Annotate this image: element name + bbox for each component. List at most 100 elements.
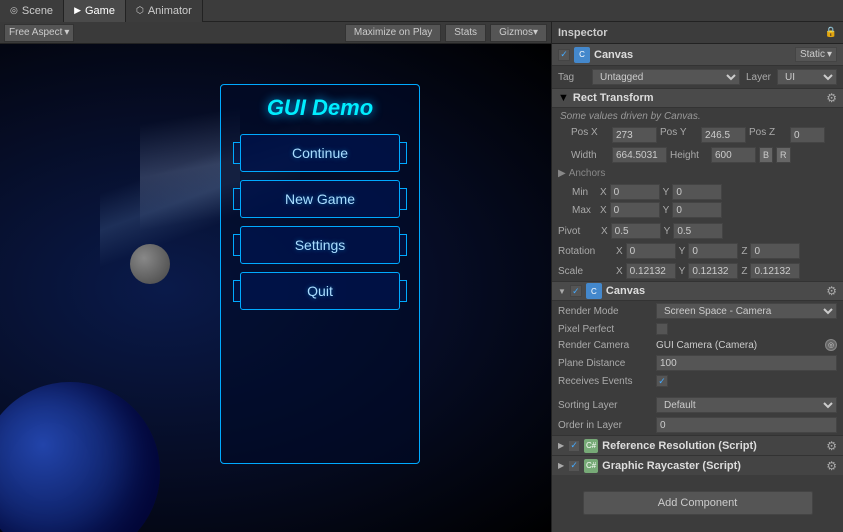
aspect-label: Free Aspect [9, 27, 62, 38]
pivot-label: Pivot [558, 226, 598, 237]
layer-select[interactable]: UI [777, 69, 837, 85]
inspector-body: C Canvas Static ▾ Tag Untagged Layer UI [552, 44, 843, 532]
settings-button[interactable]: Settings [240, 226, 400, 264]
menu-title: GUI Demo [267, 95, 373, 121]
gizmos-button[interactable]: Gizmos ▾ [490, 24, 547, 42]
lock-icon[interactable]: 🔒 [825, 27, 837, 38]
stats-button[interactable]: Stats [445, 24, 486, 42]
continue-button[interactable]: Continue [240, 134, 400, 172]
render-mode-row: Render Mode Screen Space - Camera [552, 301, 843, 321]
tab-game-label: Game [85, 5, 115, 17]
game-view: Free Aspect ▾ Maximize on Play Stats Giz… [0, 22, 551, 532]
rot-z-input[interactable] [750, 243, 800, 259]
rect-transform-settings-icon[interactable]: ⚙ [826, 91, 837, 105]
plane-distance-input[interactable] [656, 355, 837, 371]
receives-events-label: Receives Events [558, 376, 653, 387]
anchor-min-y[interactable] [672, 184, 722, 200]
order-in-layer-input[interactable] [656, 417, 837, 433]
pivot-x-input[interactable] [611, 223, 661, 239]
order-in-layer-row: Order in Layer [552, 415, 843, 435]
graphic-ray-name: Graphic Raycaster (Script) [602, 460, 822, 472]
render-camera-label: Render Camera [558, 340, 653, 351]
canvas-enabled-checkbox[interactable] [558, 49, 570, 61]
scale-x-input[interactable] [626, 263, 676, 279]
ref-res-settings-icon[interactable]: ⚙ [826, 439, 837, 453]
max-label: Max [572, 205, 597, 216]
quit-button[interactable]: Quit [240, 272, 400, 310]
canvas-comp-checkbox[interactable] [570, 285, 582, 297]
anchor-max-y[interactable] [672, 202, 722, 218]
ref-res-icon: C# [584, 439, 598, 453]
rot-x-input[interactable] [626, 243, 676, 259]
scene-icon: ◎ [10, 5, 18, 16]
graphic-ray-settings-icon[interactable]: ⚙ [826, 459, 837, 473]
reset-button[interactable]: R [776, 147, 791, 163]
height-label: Height [670, 150, 708, 161]
new-game-button[interactable]: New Game [240, 180, 400, 218]
static-badge[interactable]: Static ▾ [795, 47, 837, 62]
height-input[interactable] [711, 147, 756, 163]
render-camera-picker[interactable]: ◎ [825, 339, 837, 351]
scale-label: Scale [558, 266, 613, 277]
render-camera-row: Render Camera GUI Camera (Camera) ◎ [552, 337, 843, 353]
render-camera-value: GUI Camera (Camera) [656, 340, 822, 351]
tab-game[interactable]: ▶ Game [64, 0, 126, 22]
sorting-layer-select[interactable]: Default [656, 397, 837, 413]
plane-distance-label: Plane Distance [558, 358, 653, 369]
ref-resolution-header[interactable]: ▶ C# Reference Resolution (Script) ⚙ [552, 435, 843, 455]
render-mode-select[interactable]: Screen Space - Camera [656, 303, 837, 319]
tab-animator[interactable]: ⬡ Animator [126, 0, 203, 22]
graphic-ray-checkbox[interactable] [568, 460, 580, 472]
game-icon: ▶ [74, 5, 81, 16]
canvas-object-name: Canvas [594, 49, 791, 61]
game-canvas: GUI Demo Continue New Game Settings Quit [0, 44, 551, 532]
chevron-down-icon: ▾ [827, 49, 832, 60]
pos-y-input[interactable] [701, 127, 746, 143]
tag-select[interactable]: Untagged [592, 69, 740, 85]
rot-y-input[interactable] [688, 243, 738, 259]
scale-y-input[interactable] [688, 263, 738, 279]
order-in-layer-label: Order in Layer [558, 420, 653, 431]
pos-x-input[interactable] [612, 127, 657, 143]
chevron-down-icon: ▾ [64, 27, 69, 38]
canvas-object-header: C Canvas Static ▾ [552, 44, 843, 66]
pos-x-label: Pos X [571, 127, 609, 143]
receives-events-checkbox[interactable] [656, 375, 668, 387]
scale-z-input[interactable] [750, 263, 800, 279]
pos-y-label: Pos Y [660, 127, 698, 143]
triangle-icon: ▼ [558, 92, 569, 104]
pixel-perfect-checkbox[interactable] [656, 323, 668, 335]
canvas-comp-name: Canvas [606, 285, 822, 297]
tag-label: Tag [558, 72, 586, 83]
ref-res-name: Reference Resolution (Script) [602, 440, 822, 452]
rect-transform-header[interactable]: ▼ Rect Transform ⚙ [552, 88, 843, 108]
pixel-perfect-row: Pixel Perfect [552, 321, 843, 337]
add-component-button[interactable]: Add Component [583, 491, 813, 515]
rotation-label: Rotation [558, 246, 613, 257]
width-input[interactable] [612, 147, 667, 163]
sorting-layer-row: Sorting Layer Default [552, 395, 843, 415]
anchor-min-x[interactable] [610, 184, 660, 200]
pivot-y-input[interactable] [673, 223, 723, 239]
tab-scene[interactable]: ◎ Scene [0, 0, 64, 22]
pos-z-input[interactable] [790, 127, 825, 143]
anchors-triangle[interactable]: ▶ [558, 168, 566, 179]
anchor-max-x[interactable] [610, 202, 660, 218]
canvas-section-triangle[interactable]: ▼ [558, 287, 566, 296]
tab-scene-label: Scene [22, 5, 53, 17]
blueprint-button[interactable]: B [759, 147, 773, 163]
graphic-ray-triangle: ▶ [558, 461, 564, 470]
min-label: Min [572, 187, 597, 198]
graphic-raycaster-header[interactable]: ▶ C# Graphic Raycaster (Script) ⚙ [552, 455, 843, 475]
maximize-on-play-button[interactable]: Maximize on Play [345, 24, 441, 42]
canvas-component-header: ▼ C Canvas ⚙ [552, 281, 843, 301]
receives-events-row: Receives Events [552, 373, 843, 389]
aspect-select[interactable]: Free Aspect ▾ [4, 24, 74, 42]
ref-res-triangle: ▶ [558, 441, 564, 450]
canvas-object-icon: C [574, 47, 590, 63]
ref-res-checkbox[interactable] [568, 440, 580, 452]
canvas-settings-icon[interactable]: ⚙ [826, 284, 837, 298]
game-toolbar: Free Aspect ▾ Maximize on Play Stats Giz… [0, 22, 551, 44]
pos-z-label: Pos Z [749, 127, 787, 143]
inspector-panel: Inspector 🔒 C Canvas Static ▾ Tag Untagg [551, 22, 843, 532]
